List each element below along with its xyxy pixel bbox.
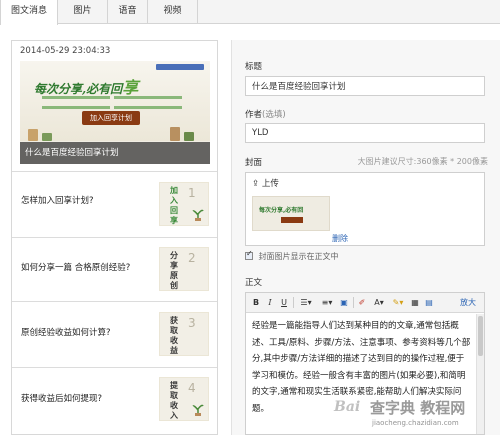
banner-logo bbox=[156, 64, 204, 70]
cover-caption: 什么是百度经验回享计划 bbox=[20, 142, 210, 164]
author-label: 作者(选填) bbox=[245, 110, 286, 120]
list-item[interactable]: 获得收益后如何提现? 提取收入 4 bbox=[12, 368, 217, 435]
editor-toolbar: B I U ☰▾ ≡▾ ▣ ✐ A▾ ✎▾ ▦ ▤ 放大 bbox=[246, 293, 484, 313]
show-cover-checkbox-row[interactable]: 封面图片显示在正文中 bbox=[245, 249, 339, 262]
cover-upload-box: ⇪ 上传 每次分享,必有回 删除 bbox=[245, 172, 485, 246]
article-preview-list: 2014-05-29 23:04:33 每次分享,必有回享 加入回享计划 什么是… bbox=[11, 40, 218, 435]
banner-subtext bbox=[40, 93, 190, 109]
upload-button[interactable]: ⇪ 上传 bbox=[252, 177, 279, 189]
tab-voice[interactable]: 语音 bbox=[108, 0, 148, 24]
watermark: Bai 查字典 教程网 jiaocheng.chazidian.com bbox=[330, 395, 500, 435]
tab-video[interactable]: 视频 bbox=[148, 0, 198, 24]
author-input[interactable] bbox=[245, 123, 485, 143]
cover-thumbnail: 每次分享,必有回 bbox=[252, 196, 330, 231]
delete-cover-link[interactable]: 删除 bbox=[332, 233, 348, 244]
show-cover-checkbox[interactable] bbox=[245, 249, 253, 260]
cover-size-hint: 大图片建议尺寸:360像素 * 200像素 bbox=[357, 157, 488, 166]
italic-button[interactable]: I bbox=[265, 296, 275, 309]
article-thumbnail: 加入回享 1 bbox=[159, 182, 209, 226]
fullscreen-button[interactable]: 放大 bbox=[456, 296, 480, 309]
insert-image-icon[interactable]: ▣ bbox=[339, 296, 349, 309]
grid-icon[interactable]: ▦ bbox=[410, 296, 420, 309]
article-thumbnail: 提取收入 4 bbox=[159, 377, 209, 421]
cover-article-card[interactable]: 2014-05-29 23:04:33 每次分享,必有回享 加入回享计划 什么是… bbox=[12, 41, 217, 172]
article-thumbnail: 分享原创 2 bbox=[159, 247, 209, 291]
tab-image[interactable]: 图片 bbox=[58, 0, 108, 24]
article-thumbnail: 获取收益 3 bbox=[159, 312, 209, 356]
tab-bar: 图文消息 图片 语音 视频 bbox=[0, 0, 500, 25]
highlight-icon[interactable]: ✎▾ bbox=[390, 296, 406, 309]
list-item[interactable]: 怎样加入回享计划? 加入回享 1 bbox=[12, 172, 217, 238]
banner-decoration bbox=[20, 123, 210, 141]
link-icon[interactable]: ✐ bbox=[357, 296, 367, 309]
cover-banner-image: 每次分享,必有回享 加入回享计划 什么是百度经验回享计划 bbox=[20, 61, 210, 164]
upload-icon: ⇪ bbox=[252, 179, 260, 189]
tab-news[interactable]: 图文消息 bbox=[0, 0, 58, 25]
list-item[interactable]: 如何分享一篇 合格原创经验? 分享原创 2 bbox=[12, 238, 217, 302]
list-item[interactable]: 原创经验收益如何计算? 获取收益 3 bbox=[12, 302, 217, 368]
title-input[interactable] bbox=[245, 76, 485, 96]
cover-label: 封面 bbox=[245, 158, 263, 168]
watermark-logo: Bai bbox=[334, 399, 361, 415]
author-hint: (选填) bbox=[262, 110, 286, 120]
list-dropdown-icon[interactable]: ☰▾ bbox=[297, 296, 315, 309]
font-color-icon[interactable]: A▾ bbox=[371, 296, 387, 309]
timestamp: 2014-05-29 23:04:33 bbox=[20, 46, 111, 56]
article-edit-panel: 标题 作者(选填) 封面 大图片建议尺寸:360像素 * 200像素 ⇪ 上传 … bbox=[232, 40, 500, 435]
scrollbar-thumb[interactable] bbox=[478, 316, 483, 356]
table-icon[interactable]: ▤ bbox=[424, 296, 434, 309]
align-dropdown-icon[interactable]: ≡▾ bbox=[318, 296, 336, 309]
underline-button[interactable]: U bbox=[279, 296, 289, 309]
watermark-url: jiaocheng.chazidian.com bbox=[372, 419, 459, 427]
watermark-text: 查字典 教程网 bbox=[370, 399, 466, 417]
title-label: 标题 bbox=[245, 62, 263, 72]
bold-button[interactable]: B bbox=[251, 296, 261, 309]
body-label: 正文 bbox=[245, 278, 263, 288]
